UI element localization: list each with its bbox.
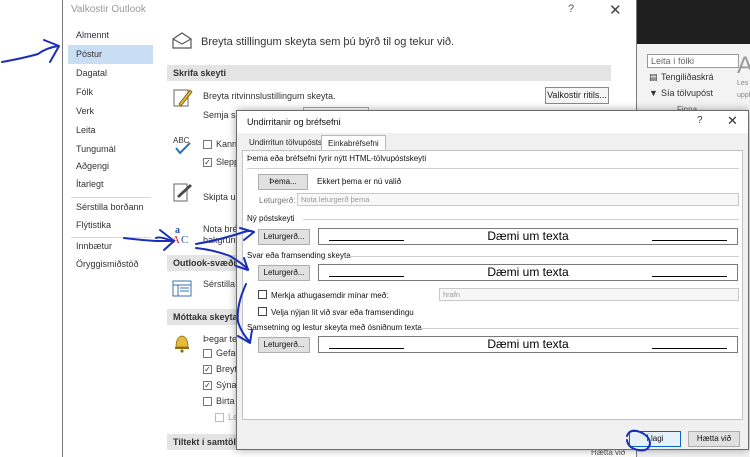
ok-button[interactable]: Í lagi bbox=[629, 431, 681, 447]
theme-font-select[interactable]: Nota leturgerð þema bbox=[297, 193, 739, 206]
new-mail-sample: Dæmi um texta bbox=[318, 228, 738, 245]
stationery-label: Nota bréf bbox=[203, 224, 241, 234]
partial-ribbon-label-2: upph bbox=[737, 92, 750, 99]
tab-personal-stationery[interactable]: Einkabréfsefni bbox=[321, 135, 386, 151]
nav-item-quick-access[interactable]: Flýtistika bbox=[68, 216, 153, 235]
group-divider bbox=[247, 168, 739, 169]
page-heading: Breyta stillingum skeyta sem þú býrð til… bbox=[201, 36, 455, 48]
search-people-input[interactable]: Leita í fólki bbox=[647, 54, 739, 68]
nav-item-advanced[interactable]: Ítarlegt bbox=[68, 175, 153, 194]
rights-preview-checkbox[interactable] bbox=[215, 413, 224, 422]
bell-icon bbox=[175, 335, 189, 353]
cancel-button[interactable]: Hætta við bbox=[688, 431, 740, 447]
sample-underline-right bbox=[652, 240, 727, 241]
arrival-sound-checkbox[interactable] bbox=[203, 349, 212, 358]
dialog-titlebar: Undirritanir og bréfsefni ? ✕ bbox=[237, 111, 748, 133]
new-mail-font-button[interactable]: Leturgerð... bbox=[258, 229, 310, 245]
nav-item-search[interactable]: Leita bbox=[68, 121, 153, 140]
nav-item-general[interactable]: Almennt bbox=[68, 26, 153, 45]
sample-underline-right bbox=[652, 276, 727, 277]
no-theme-text: Ekkert þema er nú valið bbox=[317, 177, 402, 186]
partial-ribbon-letter: A bbox=[737, 52, 750, 79]
nav-item-calendar[interactable]: Dagatal bbox=[68, 64, 153, 83]
ribbon-top-area bbox=[637, 0, 750, 44]
svg-text:ABC: ABC bbox=[173, 136, 190, 145]
nav-item-accessibility[interactable]: Aðgengi bbox=[68, 157, 153, 176]
reply-sample: Dæmi um texta bbox=[318, 264, 738, 281]
partial-ribbon-label-1: Les bbox=[737, 80, 749, 87]
font-label: Leturgerð: bbox=[259, 196, 296, 205]
desktop-alert-checkbox[interactable] bbox=[203, 397, 212, 406]
stationery-font-icon: a A C bbox=[172, 225, 188, 244]
pen-edit-icon bbox=[173, 89, 193, 107]
group-divider bbox=[345, 256, 739, 257]
options-nav: Almennt Póstur Dagatal Fólk Verk Leita T… bbox=[63, 24, 155, 274]
tab-email-signature[interactable]: Undirritun tölvupósts bbox=[243, 135, 328, 151]
ignore-checkbox[interactable]: ✓ bbox=[203, 158, 212, 167]
nav-item-tasks[interactable]: Verk bbox=[68, 102, 153, 121]
nav-item-customize-ribbon[interactable]: Sérstilla borðann bbox=[68, 198, 153, 217]
spelling-check-icon: ABC bbox=[173, 136, 191, 155]
svg-text:A: A bbox=[172, 234, 180, 244]
new-mail-group-label: Ný póstskeyti bbox=[247, 214, 295, 223]
filter-icon: ▼ bbox=[649, 88, 658, 98]
check-spelling-checkbox[interactable] bbox=[203, 140, 212, 149]
reply-sample-text: Dæmi um texta bbox=[487, 265, 569, 279]
plain-text-sample: Dæmi um texta bbox=[318, 336, 738, 353]
stationery-panel: Þema eða bréfsefni fyrir nýtt HTML-tölvu… bbox=[242, 150, 743, 420]
customize-panes-label: Sérstilla bbox=[203, 279, 236, 289]
nav-item-trust-center[interactable]: Öryggismiðstöð bbox=[68, 255, 153, 274]
dialog-help-button[interactable]: ? bbox=[697, 115, 703, 126]
theme-group-label: Þema eða bréfsefni fyrir nýtt HTML-tölvu… bbox=[247, 154, 427, 163]
help-button[interactable]: ? bbox=[568, 3, 574, 15]
mark-comments-checkbox[interactable] bbox=[258, 290, 267, 299]
pick-color-label: Velja nýjan lit við svar eða framsending… bbox=[271, 308, 414, 317]
arrival-pointer-checkbox[interactable]: ✓ bbox=[203, 365, 212, 374]
nav-item-mail[interactable]: Póstur bbox=[68, 45, 153, 64]
signature-icon bbox=[173, 183, 192, 202]
sample-underline-right bbox=[652, 348, 727, 349]
mark-comments-input[interactable]: hrafn bbox=[439, 288, 739, 301]
close-button[interactable]: ✕ bbox=[609, 1, 622, 19]
theme-button[interactable]: Þema... bbox=[258, 174, 308, 190]
search-people-placeholder: Leita í fólki bbox=[651, 56, 695, 66]
plain-text-font-button[interactable]: Leturgerð... bbox=[258, 337, 310, 353]
group-divider bbox=[303, 219, 739, 220]
edit-settings-text: Breyta ritvinnslustillingum skeyta. bbox=[203, 91, 336, 101]
address-book-button[interactable]: Tengiliðaskrá bbox=[661, 72, 714, 82]
reply-font-button[interactable]: Leturgerð... bbox=[258, 265, 310, 281]
window-title: Valkostir Outlook bbox=[71, 4, 146, 15]
envelope-icon bbox=[172, 32, 192, 49]
signatures-dialog: Undirritanir og bréfsefni ? ✕ Undirritun… bbox=[236, 110, 749, 450]
section-compose: Skrifa skeyti bbox=[167, 65, 611, 81]
nav-item-people[interactable]: Fólk bbox=[68, 83, 153, 102]
editor-options-button[interactable]: Valkostir ritils... bbox=[545, 87, 609, 104]
address-book-icon: ▤ bbox=[649, 72, 658, 82]
plain-text-group-label: Samsetning og lestur skeyta með ósniðnum… bbox=[247, 323, 422, 332]
svg-text:C: C bbox=[181, 234, 188, 244]
reply-group-label: Svar eða framsending skeyta bbox=[247, 251, 351, 260]
dialog-close-button[interactable]: ✕ bbox=[727, 113, 738, 129]
stationery-label-2: bakgrunn bbox=[203, 235, 241, 245]
arrival-envelope-checkbox[interactable]: ✓ bbox=[203, 381, 212, 390]
mark-comments-label: Merkja athugasemdir mínar með: bbox=[271, 291, 389, 300]
plain-text-sample-text: Dæmi um texta bbox=[487, 337, 569, 351]
reading-pane-icon bbox=[172, 280, 192, 297]
filter-email-button[interactable]: Sía tölvupóst bbox=[661, 88, 713, 98]
new-mail-sample-text: Dæmi um texta bbox=[487, 229, 569, 243]
group-divider bbox=[419, 328, 739, 329]
pick-color-checkbox[interactable] bbox=[258, 307, 267, 316]
dialog-title: Undirritanir og bréfsefni bbox=[247, 117, 341, 127]
nav-item-addins[interactable]: Innbætur bbox=[68, 237, 153, 256]
arrow-to-mail-nav bbox=[1, 45, 59, 63]
